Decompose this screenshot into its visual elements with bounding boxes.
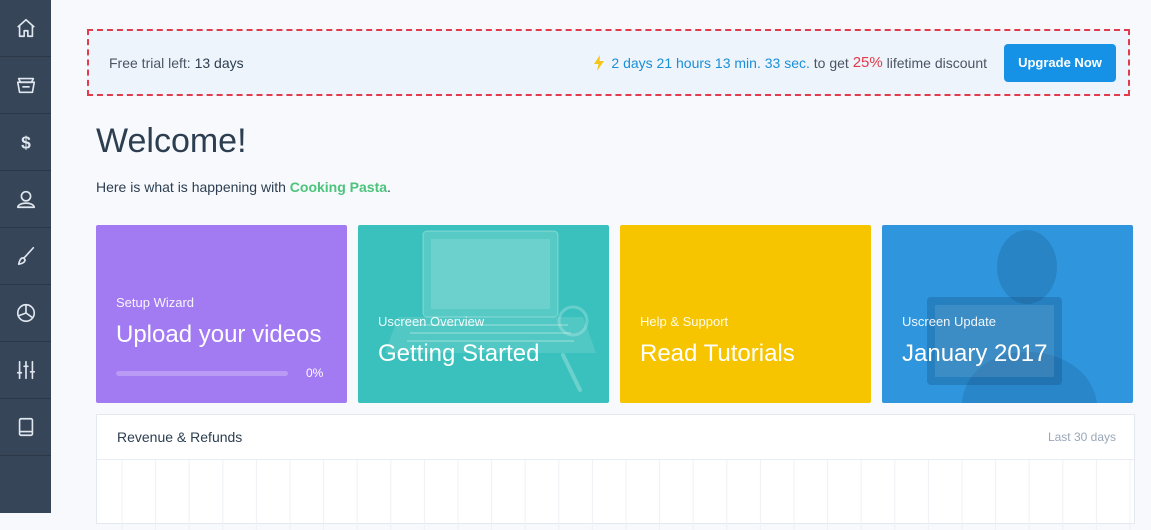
card-overline: Setup Wizard bbox=[116, 295, 195, 310]
card-title: Upload your videos bbox=[116, 321, 322, 348]
sidebar-item-catalog[interactable] bbox=[0, 57, 51, 114]
card-getting-started[interactable]: Uscreen Overview Getting Started bbox=[358, 225, 609, 403]
revenue-panel-header: Revenue & Refunds Last 30 days bbox=[97, 415, 1134, 460]
revenue-chart-grid bbox=[121, 460, 1131, 530]
card-read-tutorials[interactable]: Help & Support Read Tutorials bbox=[620, 225, 871, 403]
basket-icon bbox=[16, 77, 35, 94]
sidebar-item-apps[interactable] bbox=[0, 399, 51, 456]
discount-countdown: 2 days 21 hours 13 min. 33 sec. bbox=[611, 54, 810, 71]
card-overline: Uscreen Update bbox=[902, 314, 996, 329]
pie-chart-icon bbox=[16, 303, 35, 323]
discount-suffix: lifetime discount bbox=[886, 54, 987, 71]
card-title: Getting Started bbox=[378, 340, 540, 367]
trial-offer: 2 days 21 hours 13 min. 33 sec. to get 2… bbox=[593, 43, 1128, 82]
sidebar-item-settings[interactable] bbox=[0, 342, 51, 399]
upgrade-now-button[interactable]: Upgrade Now bbox=[1004, 43, 1116, 82]
setup-progress-bar bbox=[116, 371, 288, 376]
page-title: Welcome! bbox=[96, 122, 247, 160]
card-overline: Uscreen Overview bbox=[378, 314, 485, 329]
sidebar-item-analytics[interactable] bbox=[0, 285, 51, 342]
channel-name[interactable]: Cooking Pasta bbox=[290, 179, 387, 195]
trial-label: Free trial left: bbox=[109, 54, 191, 71]
trial-status: Free trial left: 13 days bbox=[109, 55, 244, 71]
discount-percent: 25% bbox=[852, 54, 883, 71]
sliders-icon bbox=[16, 360, 35, 380]
lightning-icon bbox=[594, 54, 605, 71]
brush-icon bbox=[17, 246, 34, 266]
main-content: Free trial left: 13 days 2 days 21 hours… bbox=[51, 0, 1151, 530]
revenue-panel: Revenue & Refunds Last 30 days bbox=[96, 414, 1135, 530]
setup-progress-label: 0% bbox=[306, 366, 324, 380]
card-uscreen-update[interactable]: Uscreen Update January 2017 bbox=[882, 225, 1133, 403]
home-icon bbox=[16, 18, 35, 38]
sidebar-item-design[interactable] bbox=[0, 228, 51, 285]
to-get-text: to get bbox=[813, 54, 849, 71]
sidebar-item-home[interactable] bbox=[0, 0, 51, 57]
user-icon bbox=[16, 190, 35, 209]
card-overline: Help & Support bbox=[640, 314, 729, 329]
subtitle-prefix: Here is what is happening with bbox=[96, 179, 286, 195]
card-setup-wizard[interactable]: Setup Wizard Upload your videos 0% bbox=[96, 225, 347, 403]
revenue-title: Revenue & Refunds bbox=[117, 429, 243, 445]
trial-days: 13 days bbox=[194, 54, 244, 71]
subtitle-suffix: . bbox=[387, 179, 391, 195]
trial-banner: Free trial left: 13 days 2 days 21 hours… bbox=[87, 29, 1130, 96]
tablet-icon bbox=[18, 417, 33, 437]
welcome-subtitle: Here is what is happening with Cooking P… bbox=[96, 179, 391, 195]
dollar-icon: $ bbox=[21, 132, 31, 152]
svg-text:$: $ bbox=[21, 132, 31, 152]
sidebar: $ bbox=[0, 0, 51, 513]
card-title: January 2017 bbox=[902, 340, 1048, 367]
card-title: Read Tutorials bbox=[640, 340, 795, 367]
sidebar-item-sales[interactable]: $ bbox=[0, 114, 51, 171]
date-range-selector[interactable]: Last 30 days bbox=[1048, 430, 1116, 444]
sidebar-item-people[interactable] bbox=[0, 171, 51, 228]
